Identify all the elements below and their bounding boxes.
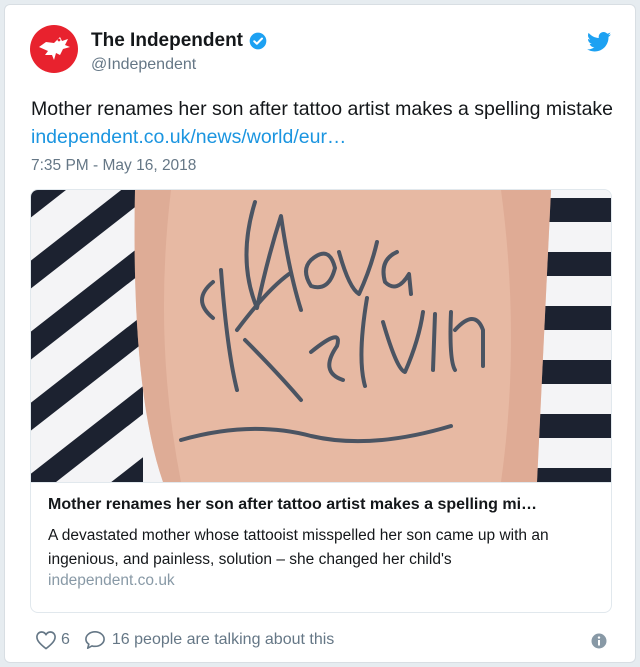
account-name-row: The Independent <box>91 30 268 52</box>
link-card[interactable]: Mother renames her son after tattoo arti… <box>30 189 612 613</box>
card-image <box>31 190 611 482</box>
verified-badge-icon <box>249 32 267 50</box>
avatar[interactable] <box>30 25 78 73</box>
tweet-embed: The Independent @Independent Mother rena… <box>4 4 636 663</box>
tweet-timestamp[interactable]: 7:35 PM - May 16, 2018 <box>31 157 196 175</box>
speech-bubble-icon[interactable] <box>84 630 106 650</box>
card-body: Mother renames her son after tattoo arti… <box>31 482 611 612</box>
card-description: A devastated mother whose tattooist miss… <box>48 527 549 568</box>
twitter-bird-icon[interactable] <box>587 31 611 53</box>
conversation-count[interactable]: 16 people are talking about this <box>112 631 334 649</box>
like-count[interactable]: 6 <box>61 631 70 649</box>
info-icon[interactable] <box>591 633 607 649</box>
heart-icon[interactable] <box>35 630 57 650</box>
tweet-body: Mother renames her son after tattoo arti… <box>31 98 614 120</box>
independent-eagle-logo <box>39 37 70 60</box>
account-handle[interactable]: @Independent <box>91 56 196 74</box>
tweet-text: Mother renames her son after tattoo arti… <box>31 95 621 151</box>
tweet-link[interactable]: independent.co.uk/news/world/eur… <box>31 126 346 148</box>
card-title[interactable]: Mother renames her son after tattoo arti… <box>48 496 598 514</box>
tweet-actions: 6 16 people are talking about this <box>35 630 334 650</box>
card-domain[interactable]: independent.co.uk <box>48 572 175 590</box>
display-name[interactable]: The Independent <box>91 30 243 52</box>
